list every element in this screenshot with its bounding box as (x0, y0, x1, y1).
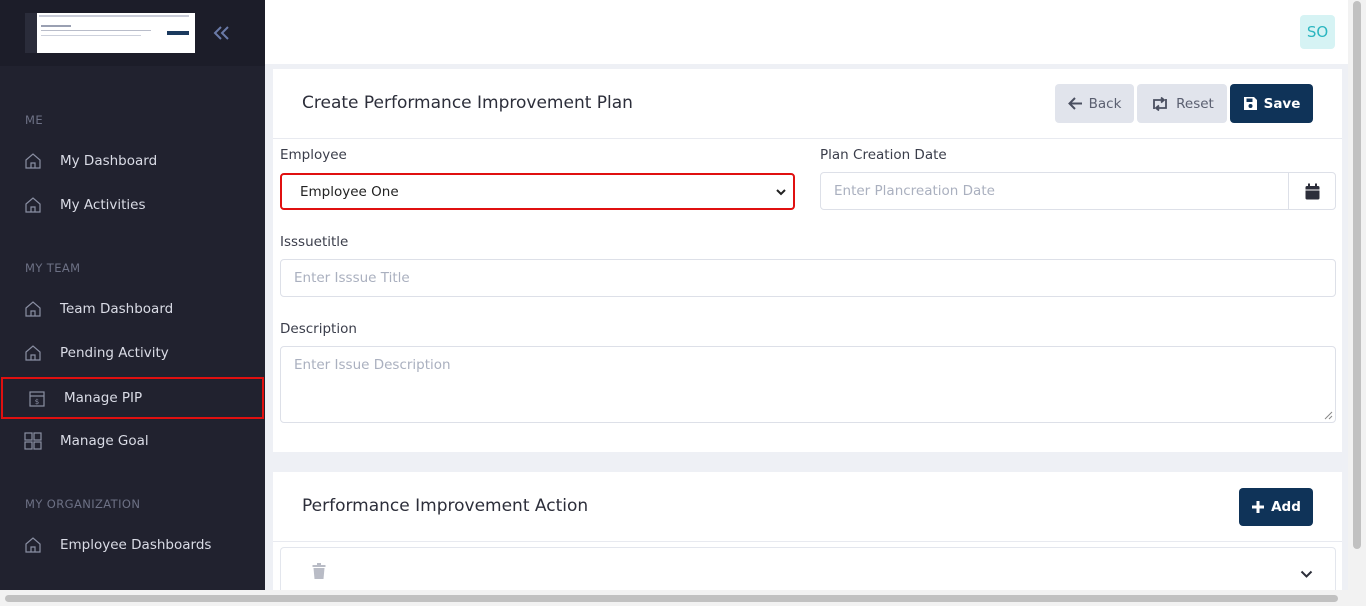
sidebar-item-label: Employee Dashboards (60, 537, 212, 553)
employee-select-value: Employee One (300, 183, 399, 200)
scrollbar-thumb[interactable] (1353, 1, 1361, 549)
plan-creation-date-placeholder: Enter Plancreation Date (834, 183, 995, 199)
sidebar-item-label: My Dashboard (60, 153, 158, 169)
arrow-left-icon (1067, 97, 1082, 110)
issue-title-label: Isssuetitle (280, 234, 349, 250)
save-button-label: Save (1263, 95, 1301, 112)
sidebar-item-my-dashboard[interactable]: My Dashboard (0, 141, 265, 181)
sidebar-item-team-dashboard[interactable]: Team Dashboard (0, 289, 265, 329)
add-action-button[interactable]: Add (1239, 488, 1313, 526)
home-icon (25, 345, 41, 361)
sidebar-item-label: My Activities (60, 197, 146, 213)
issue-title-placeholder: Enter Isssue Title (294, 270, 410, 286)
calendar-icon (1305, 183, 1319, 199)
plan-creation-date-input[interactable]: Enter Plancreation Date (820, 172, 1289, 210)
sidebar-header (0, 0, 265, 66)
svg-text:$: $ (35, 398, 39, 406)
home-icon (25, 153, 41, 169)
home-icon (25, 301, 41, 317)
top-header: SO (265, 0, 1348, 64)
back-button[interactable]: Back (1055, 84, 1134, 123)
trash-icon[interactable] (312, 563, 326, 579)
description-label: Description (280, 321, 357, 337)
floppy-disk-icon (1243, 97, 1257, 110)
sidebar-item-manage-pip[interactable]: $ Manage PIP (1, 377, 264, 419)
document-dollar-icon: $ (29, 391, 45, 407)
card-header: Create Performance Improvement Plan Back… (273, 69, 1342, 139)
section-title-me: ME (25, 113, 43, 127)
sidebar-item-label: Pending Activity (60, 345, 169, 361)
section-title: Performance Improvement Action (302, 496, 589, 516)
sidebar: ME My Dashboard My Activities MY TEAM Te… (0, 0, 265, 590)
sidebar-item-label: Team Dashboard (60, 301, 174, 317)
scrollbar-thumb[interactable] (5, 595, 1338, 602)
employee-select[interactable]: Employee One (280, 173, 795, 210)
description-textarea[interactable]: Enter Issue Description (280, 346, 1336, 423)
save-button[interactable]: Save (1230, 84, 1313, 123)
card-header: Performance Improvement Action Add (273, 472, 1342, 542)
grid-icon (24, 432, 42, 450)
issue-title-input[interactable]: Enter Isssue Title (280, 259, 1336, 297)
vertical-scrollbar[interactable] (1348, 0, 1366, 590)
home-icon (25, 537, 41, 553)
section-title-my-team: MY TEAM (25, 261, 81, 275)
chevron-down-icon (776, 189, 786, 196)
plus-icon (1252, 501, 1265, 513)
pip-form-card: Create Performance Improvement Plan Back… (273, 69, 1342, 452)
horizontal-scrollbar[interactable] (0, 590, 1366, 606)
pip-actions-card: Performance Improvement Action Add (273, 472, 1342, 597)
employee-label: Employee (280, 147, 347, 163)
double-chevron-left-icon (213, 26, 229, 40)
chevron-down-icon[interactable] (1300, 570, 1313, 579)
page-title: Create Performance Improvement Plan (302, 93, 633, 113)
retweet-icon (1153, 96, 1168, 111)
sidebar-item-employee-dashboards[interactable]: Employee Dashboards (0, 525, 265, 565)
back-button-label: Back (1088, 95, 1122, 112)
calendar-button[interactable] (1288, 172, 1336, 210)
reset-button-label: Reset (1176, 95, 1214, 112)
description-placeholder: Enter Issue Description (294, 357, 451, 373)
section-title-my-organization: MY ORGANIZATION (25, 497, 141, 511)
plan-creation-date-label: Plan Creation Date (820, 147, 947, 163)
collapse-sidebar-button[interactable] (210, 20, 234, 46)
sidebar-item-my-activities[interactable]: My Activities (0, 185, 265, 225)
sidebar-item-manage-goal[interactable]: Manage Goal (0, 421, 265, 461)
company-logo[interactable] (25, 13, 195, 53)
add-action-button-label: Add (1271, 499, 1301, 515)
home-icon (25, 197, 41, 213)
sidebar-item-label: Manage Goal (60, 433, 149, 449)
reset-button[interactable]: Reset (1137, 84, 1227, 123)
sidebar-item-label: Manage PIP (64, 390, 143, 406)
avatar[interactable]: SO (1300, 15, 1335, 49)
resize-handle-icon[interactable] (1324, 411, 1333, 420)
sidebar-item-pending-activity[interactable]: Pending Activity (0, 333, 265, 373)
